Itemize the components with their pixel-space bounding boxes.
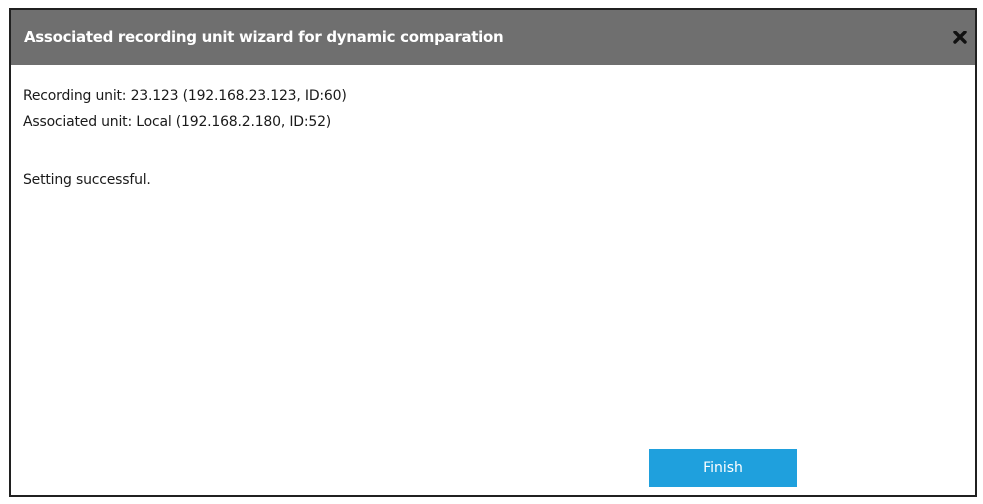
close-button[interactable] xyxy=(945,10,975,65)
close-icon xyxy=(953,31,967,44)
dialog-titlebar: Associated recording unit wizard for dyn… xyxy=(11,10,975,65)
dialog-title: Associated recording unit wizard for dyn… xyxy=(24,28,504,46)
dialog-content: Recording unit: 23.123 (192.168.23.123, … xyxy=(23,83,347,193)
finish-button[interactable]: Finish xyxy=(649,449,797,487)
recording-unit-text: Recording unit: 23.123 (192.168.23.123, … xyxy=(23,88,347,104)
wizard-dialog: Associated recording unit wizard for dyn… xyxy=(9,8,977,497)
associated-unit-text: Associated unit: Local (192.168.2.180, I… xyxy=(23,114,332,130)
status-message: Setting successful. xyxy=(23,172,151,188)
